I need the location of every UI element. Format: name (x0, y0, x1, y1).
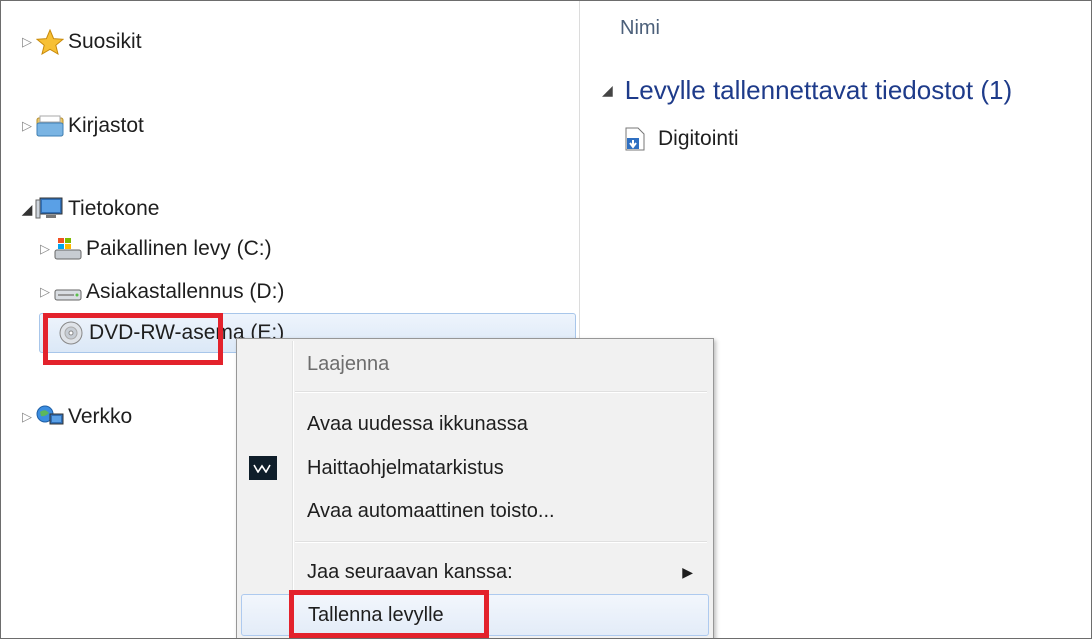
nav-item-drive-d[interactable]: ▷ Asiakastallennus (D:) (37, 275, 284, 309)
nav-label: Suosikit (68, 30, 142, 53)
nav-label: Tietokone (68, 197, 160, 220)
hard-drive-icon (53, 279, 83, 305)
nav-item-network[interactable]: ▷ Verkko (19, 400, 132, 434)
expand-arrow-icon[interactable]: ▷ (37, 241, 53, 257)
file-name: Digitointi (658, 127, 739, 150)
nav-label: Verkko (68, 405, 133, 428)
menu-item-label: Laajenna (307, 352, 390, 375)
expand-arrow-icon[interactable]: ▷ (19, 34, 35, 50)
nav-item-computer[interactable]: ◢ Tietokone (19, 192, 160, 226)
star-icon (35, 29, 65, 55)
malware-scanner-icon (249, 456, 277, 480)
expand-arrow-icon[interactable]: ▷ (37, 284, 53, 300)
submenu-arrow-icon: ▶ (682, 563, 693, 580)
library-folder-icon (35, 113, 65, 139)
menu-item-share-with[interactable]: Jaa seuraavan kanssa: ▶ (237, 552, 713, 592)
nav-item-libraries[interactable]: ▷ Kirjastot (19, 109, 144, 143)
expand-arrow-icon[interactable]: ▷ (19, 409, 35, 425)
explorer-window: ▷ Suosikit ▷ Kirjastot ◢ Tietokone ▷ Pai… (0, 0, 1092, 639)
collapse-arrow-icon[interactable]: ◢ (19, 201, 35, 218)
menu-item-expand[interactable]: Laajenna (237, 344, 713, 384)
burn-file-icon (620, 126, 650, 152)
menu-item-malware-scan[interactable]: Haittaohjelmatarkistus (237, 448, 713, 488)
menu-item-open-new-window[interactable]: Avaa uudessa ikkunassa (237, 404, 713, 444)
nav-label: Asiakastallennus (D:) (86, 280, 285, 303)
menu-item-label: Avaa uudessa ikkunassa (307, 412, 528, 435)
menu-separator (295, 541, 707, 543)
nav-item-drive-c[interactable]: ▷ Paikallinen levy (C:) (37, 232, 272, 266)
menu-item-label: Jaa seuraavan kanssa: (307, 560, 513, 583)
highlight-box-burn-to-disc (289, 590, 489, 638)
nav-label: Kirjastot (68, 114, 144, 137)
highlight-box-dvd-drive (43, 313, 223, 365)
group-title: Levylle tallennettavat tiedostot (1) (624, 75, 1013, 105)
expand-arrow-icon[interactable]: ▷ (19, 118, 35, 134)
system-drive-icon (53, 236, 83, 262)
group-header[interactable]: ◢ Levylle tallennettavat tiedostot (1) (602, 75, 1012, 106)
menu-item-label: Haittaohjelmatarkistus (307, 456, 504, 479)
menu-separator (295, 391, 707, 393)
list-item[interactable]: Digitointi (620, 126, 739, 152)
nav-item-favorites[interactable]: ▷ Suosikit (19, 25, 142, 59)
network-icon (35, 404, 65, 430)
computer-icon (35, 196, 65, 222)
menu-item-autoplay[interactable]: Avaa automaattinen toisto... (237, 491, 713, 531)
column-header-name[interactable]: Nimi (620, 17, 660, 40)
menu-item-label: Avaa automaattinen toisto... (307, 499, 555, 522)
nav-label: Paikallinen levy (C:) (86, 237, 272, 260)
collapse-arrow-icon[interactable]: ◢ (602, 82, 613, 99)
